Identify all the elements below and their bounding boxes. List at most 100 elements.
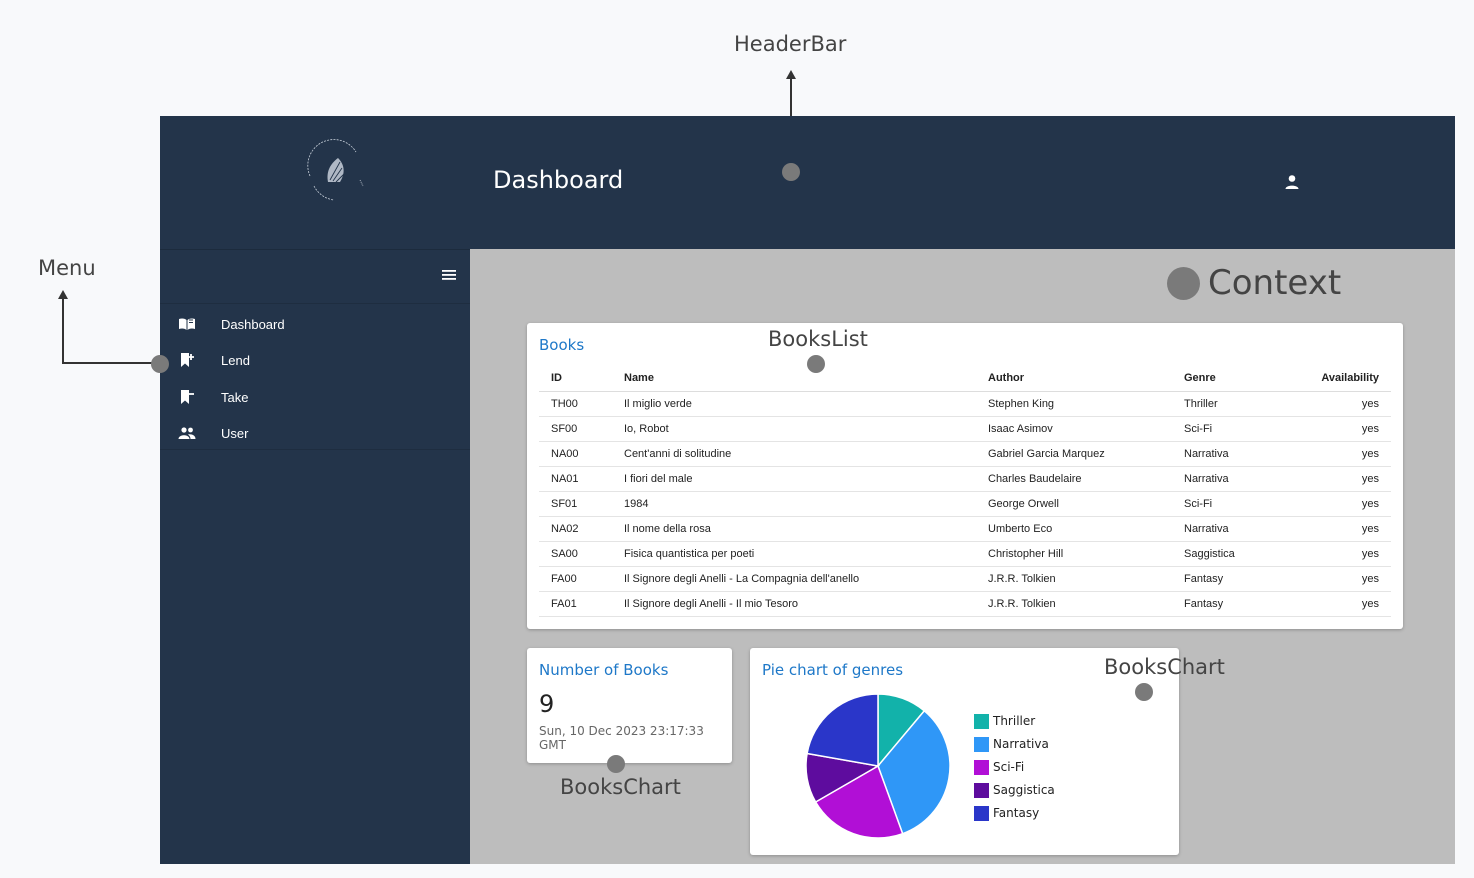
table-row[interactable]: SF01 1984 George Orwell Sci-Fi yes	[539, 491, 1391, 517]
cell-genre: Saggistica	[1184, 541, 1294, 567]
annotation-context: Context	[1208, 263, 1342, 303]
cell-author: Umberto Eco	[988, 516, 1184, 542]
annotation-menu-dot	[151, 355, 169, 373]
table-row[interactable]: SF00 Io, Robot Isaac Asimov Sci-Fi yes	[539, 416, 1391, 442]
cell-genre: Sci-Fi	[1184, 491, 1294, 517]
legend-label: Fantasy	[993, 806, 1040, 820]
cell-availability: yes	[1294, 566, 1391, 592]
cell-id: NA02	[539, 516, 624, 542]
table-row[interactable]: NA00 Cent'anni di solitudine Gabriel Garci…	[539, 441, 1391, 467]
pie-chart-card: Pie chart of genres Thriller Narrativa Sci…	[750, 648, 1179, 855]
cell-name: I fiori del male	[624, 466, 988, 492]
cell-name: Fisica quantistica per poeti	[624, 541, 988, 567]
cell-genre: Narrativa	[1184, 441, 1294, 467]
cell-availability: yes	[1294, 416, 1391, 442]
pie-slice-fantasy[interactable]	[806, 693, 879, 767]
bookmark-remove-icon	[181, 390, 194, 404]
books-title: Books	[539, 336, 585, 354]
legend-item-saggistica[interactable]: Saggistica	[974, 782, 1055, 798]
annotation-bookschart-pie: BooksChart	[1104, 655, 1225, 679]
people-icon	[178, 427, 196, 439]
menu-divider	[160, 449, 470, 450]
annotation-bookschart-pie-dot	[1135, 683, 1153, 701]
table-row[interactable]: NA01 I fiori del male Charles Baudelaire Na…	[539, 466, 1391, 492]
column-header-id[interactable]: ID	[539, 366, 624, 392]
cell-id: FA01	[539, 591, 624, 617]
table-row[interactable]: FA00 Il Signore degli Anelli - La Compagn…	[539, 566, 1391, 592]
sidebar-item-lend[interactable]: Lend	[160, 342, 470, 378]
legend-swatch	[974, 713, 989, 729]
cell-author: Christopher Hill	[988, 541, 1184, 567]
legend-label: Sci-Fi	[993, 760, 1025, 774]
cell-author: J.R.R. Tolkien	[988, 566, 1184, 592]
annotation-menu-line-h	[62, 362, 156, 364]
cell-genre: Narrativa	[1184, 466, 1294, 492]
cell-author: Stephen King	[988, 391, 1184, 417]
number-of-books-card: Number of Books 9 Sun, 10 Dec 2023 23:17…	[527, 648, 732, 763]
page-title: Dashboard	[493, 166, 624, 194]
cell-availability: yes	[1294, 491, 1391, 517]
legend-label: Narrativa	[993, 737, 1049, 751]
header-bar: Dashboard	[160, 116, 1455, 249]
column-header-genre[interactable]: Genre	[1184, 366, 1294, 392]
cell-availability: yes	[1294, 466, 1391, 492]
cell-availability: yes	[1294, 591, 1391, 617]
column-header-author[interactable]: Author	[988, 366, 1184, 392]
cell-genre: Sci-Fi	[1184, 416, 1294, 442]
sidebar-item-user[interactable]: User	[160, 415, 470, 451]
cell-id: SF00	[539, 416, 624, 442]
cell-genre: Narrativa	[1184, 516, 1294, 542]
table-row[interactable]: NA02 Il nome della rosa Umberto Eco Narrati…	[539, 516, 1391, 542]
sidebar-item-take[interactable]: Take	[160, 379, 470, 415]
cell-id: SF01	[539, 491, 624, 517]
legend-swatch	[974, 759, 989, 775]
books-table: ID Name Author Genre Availability TH00 Il…	[539, 366, 1391, 617]
library-logo	[307, 139, 364, 201]
legend-item-fantasy[interactable]: Fantasy	[974, 805, 1039, 821]
cell-name: Il Signore degli Anelli - La Compagnia d…	[624, 566, 988, 592]
table-row[interactable]: SA00 Fisica quantistica per poeti Christop…	[539, 541, 1391, 567]
annotation-menu-line-v	[62, 298, 64, 364]
cell-availability: yes	[1294, 441, 1391, 467]
table-row[interactable]: FA01 Il Signore degli Anelli - Il mio Tes…	[539, 591, 1391, 617]
count-timestamp: Sun, 10 Dec 2023 23:17:33 GMT	[539, 724, 704, 752]
cell-author: Gabriel Garcia Marquez	[988, 441, 1184, 467]
annotation-bookschart-count: BooksChart	[560, 775, 681, 799]
annotation-headerbar-dot	[782, 163, 800, 181]
legend-swatch	[974, 782, 989, 798]
cell-author: George Orwell	[988, 491, 1184, 517]
column-header-availability[interactable]: Availability	[1294, 366, 1391, 392]
cell-availability: yes	[1294, 541, 1391, 567]
cell-id: SA00	[539, 541, 624, 567]
cell-genre: Thriller	[1184, 391, 1294, 417]
table-row[interactable]: TH00 Il miglio verde Stephen King Thriller y…	[539, 391, 1391, 417]
cell-name: Io, Robot	[624, 416, 988, 442]
table-header-row: ID Name Author Genre Availability	[539, 366, 1391, 392]
cell-name: Il Signore degli Anelli - Il mio Tesoro	[624, 591, 988, 617]
menu-divider	[160, 303, 470, 304]
legend-swatch	[974, 805, 989, 821]
hamburger-icon[interactable]	[440, 267, 458, 283]
genre-pie-chart	[805, 693, 951, 839]
books-list-card: Books ID Name Author Genre Availability …	[527, 323, 1403, 629]
cell-availability: yes	[1294, 391, 1391, 417]
sidebar-item-label: Dashboard	[221, 317, 285, 332]
sidebar-item-dashboard[interactable]: Dashboard	[160, 306, 470, 342]
open-book-icon	[179, 318, 195, 330]
person-icon[interactable]	[1284, 174, 1300, 190]
book-count-value: 9	[539, 690, 555, 718]
legend-swatch	[974, 736, 989, 752]
cell-name: 1984	[624, 491, 988, 517]
cell-author: Isaac Asimov	[988, 416, 1184, 442]
cell-id: TH00	[539, 391, 624, 417]
legend-item-thriller[interactable]: Thriller	[974, 713, 1035, 729]
legend-item-narrativa[interactable]: Narrativa	[974, 736, 1049, 752]
number-of-books-title: Number of Books	[539, 661, 669, 679]
sidebar-item-label: User	[221, 426, 249, 441]
annotation-bookslist-dot	[807, 355, 825, 373]
cell-genre: Fantasy	[1184, 591, 1294, 617]
annotation-headerbar: HeaderBar	[734, 32, 847, 56]
annotation-context-dot	[1167, 267, 1200, 300]
legend-item-sci-fi[interactable]: Sci-Fi	[974, 759, 1024, 775]
column-header-name[interactable]: Name	[624, 366, 988, 392]
